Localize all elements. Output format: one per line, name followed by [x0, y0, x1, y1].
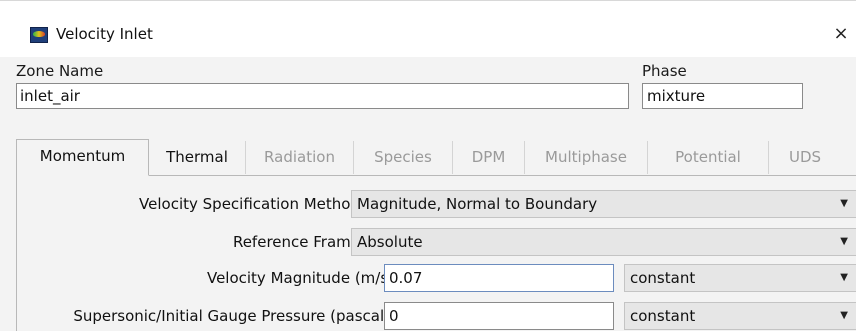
- velocity-magnitude-method-value: constant: [630, 269, 696, 287]
- phase-input[interactable]: [642, 83, 803, 109]
- tab-potential[interactable]: Potential: [648, 141, 769, 174]
- zone-name-input[interactable]: [16, 83, 629, 109]
- gauge-pressure-label: Supersonic/Initial Gauge Pressure (pasca…: [73, 307, 390, 325]
- tab-multiphase[interactable]: Multiphase: [525, 141, 648, 174]
- velocity-spec-dropdown[interactable]: Magnitude, Normal to Boundary ▼: [351, 190, 856, 218]
- chevron-down-icon: ▼: [840, 310, 848, 321]
- close-icon[interactable]: ×: [830, 23, 852, 45]
- title-bar: Velocity Inlet ×: [0, 1, 856, 57]
- chevron-down-icon: ▼: [840, 236, 848, 247]
- tab-uds[interactable]: UDS: [769, 141, 841, 174]
- gauge-pressure-method-dropdown[interactable]: constant ▼: [624, 302, 856, 330]
- tab-dpm[interactable]: DPM: [453, 141, 525, 174]
- reference-frame-dropdown[interactable]: Absolute ▼: [351, 228, 856, 256]
- tab-momentum[interactable]: Momentum: [16, 139, 149, 176]
- reference-frame-value: Absolute: [357, 233, 423, 251]
- velocity-inlet-dialog: Velocity Inlet × Zone Name Phase Momentu…: [0, 0, 856, 331]
- window-title: Velocity Inlet: [56, 25, 153, 43]
- tab-bar: Momentum Thermal Radiation Species DPM M…: [16, 127, 856, 176]
- tab-thermal[interactable]: Thermal: [149, 141, 246, 174]
- reference-frame-label: Reference Frame: [232, 233, 360, 251]
- tab-radiation[interactable]: Radiation: [246, 141, 354, 174]
- velocity-magnitude-input[interactable]: 0.07: [384, 264, 614, 292]
- chevron-down-icon: ▼: [840, 198, 848, 209]
- velocity-spec-value: Magnitude, Normal to Boundary: [357, 195, 598, 213]
- gauge-pressure-method-value: constant: [630, 307, 696, 325]
- momentum-panel: Velocity Specification Method Magnitude,…: [16, 175, 856, 331]
- tab-species[interactable]: Species: [354, 141, 453, 174]
- velocity-magnitude-label: Velocity Magnitude (m/s): [206, 269, 394, 287]
- fluent-app-icon: [30, 27, 48, 43]
- gauge-pressure-input[interactable]: 0: [384, 302, 614, 330]
- velocity-spec-label: Velocity Specification Method: [139, 195, 360, 213]
- chevron-down-icon: ▼: [840, 272, 848, 283]
- zone-name-label: Zone Name: [16, 62, 104, 80]
- phase-label: Phase: [642, 62, 687, 80]
- velocity-magnitude-method-dropdown[interactable]: constant ▼: [624, 264, 856, 292]
